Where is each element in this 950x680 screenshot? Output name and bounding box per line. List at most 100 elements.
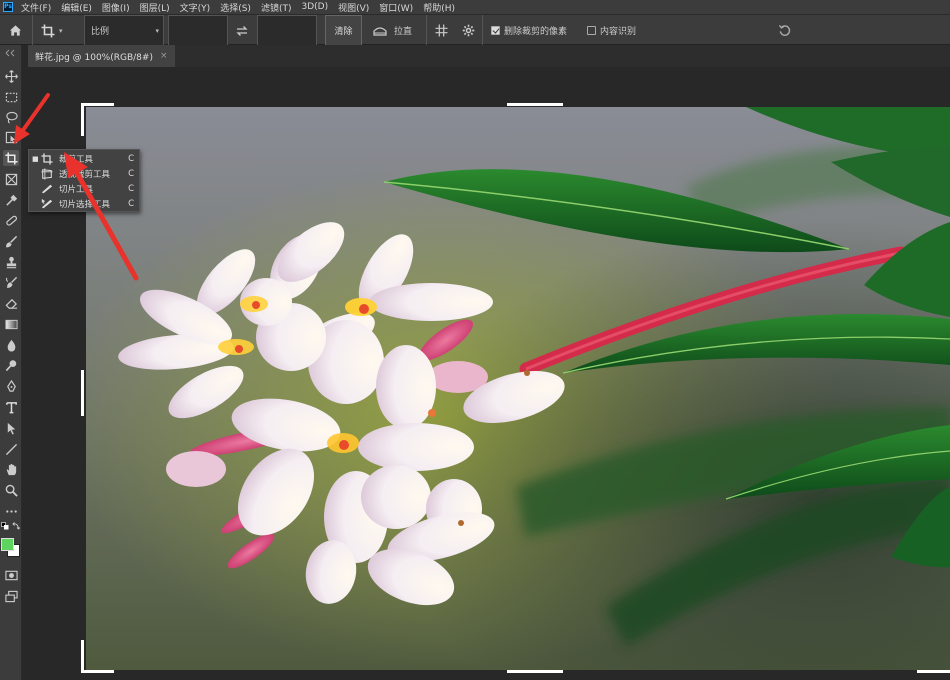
menu-window[interactable]: 窗口(W) xyxy=(379,1,413,14)
crop-handle-bottom-right[interactable] xyxy=(917,670,950,673)
brush-tool[interactable] xyxy=(3,233,19,249)
home-icon xyxy=(9,25,22,36)
pen-tool[interactable] xyxy=(3,378,19,394)
marquee-icon xyxy=(5,92,17,102)
path-select-tool[interactable] xyxy=(3,420,19,436)
dodge-tool[interactable] xyxy=(3,357,19,373)
flyout-crop-tool[interactable]: ■ 裁剪工具 C xyxy=(29,151,139,166)
slice-select-icon xyxy=(41,198,53,208)
menu-select[interactable]: 选择(S) xyxy=(220,1,251,14)
more-icon xyxy=(5,509,17,513)
flyout-label: 透视裁剪工具 xyxy=(59,169,111,180)
tool-preset-button[interactable]: ▾ xyxy=(41,15,71,46)
quick-mask-icon xyxy=(4,570,18,580)
menu-image[interactable]: 图像(I) xyxy=(102,1,130,14)
crop-handle-bottom-left-v[interactable] xyxy=(81,640,84,673)
clear-button[interactable]: 清除 xyxy=(325,15,362,46)
ratio-select-value: 比例 xyxy=(91,27,110,37)
toolbar-collapse-icon[interactable] xyxy=(3,49,19,57)
crop-tool-flyout: ■ 裁剪工具 C 透视裁剪工具 C 切片工具 C 切片选择工具 C xyxy=(28,149,140,212)
crop-handle-left[interactable] xyxy=(81,370,84,416)
hand-tool[interactable] xyxy=(3,461,19,477)
gradient-tool[interactable] xyxy=(3,316,19,332)
zoom-icon xyxy=(5,484,18,497)
level-icon xyxy=(373,26,387,36)
object-select-icon xyxy=(5,131,17,143)
checkbox-unchecked-icon xyxy=(587,26,596,35)
menu-help[interactable]: 帮助(H) xyxy=(423,1,455,14)
hand-icon xyxy=(6,463,16,475)
healing-brush-tool[interactable] xyxy=(3,212,19,228)
marquee-tool[interactable] xyxy=(3,89,19,105)
menu-layer[interactable]: 图层(L) xyxy=(140,1,170,14)
reset-button[interactable] xyxy=(776,15,792,46)
ratio-select[interactable]: 比例 ▾ xyxy=(84,15,164,46)
flyout-perspective-crop-tool[interactable]: 透视裁剪工具 C xyxy=(29,166,139,181)
slice-icon xyxy=(41,184,53,193)
drop-icon xyxy=(7,339,15,352)
frame-tool[interactable] xyxy=(3,171,19,187)
more-tools-button[interactable] xyxy=(3,503,19,519)
ratio-height-input[interactable] xyxy=(257,15,317,46)
straighten-button[interactable]: 拉直 xyxy=(372,15,422,46)
history-brush-tool[interactable] xyxy=(3,274,19,290)
crop-handle-bottom[interactable] xyxy=(507,670,563,673)
lasso-tool[interactable] xyxy=(3,109,19,125)
straighten-label: 拉直 xyxy=(394,27,413,37)
checkbox-checked-icon xyxy=(491,26,500,35)
lasso-icon xyxy=(5,111,18,124)
content-aware-label: 内容识别 xyxy=(600,27,637,37)
overlay-grid-button[interactable] xyxy=(433,15,449,46)
content-aware-checkbox[interactable]: 内容识别 xyxy=(587,15,636,46)
close-icon[interactable]: × xyxy=(160,51,168,61)
flyout-label: 切片工具 xyxy=(59,184,94,195)
crop-handle-top[interactable] xyxy=(507,103,563,106)
menu-file[interactable]: 文件(F) xyxy=(21,1,51,14)
delete-cropped-checkbox[interactable]: 删除裁剪的像素 xyxy=(491,15,567,46)
move-tool[interactable] xyxy=(3,68,19,84)
foreground-color-swatch[interactable] xyxy=(1,538,14,551)
menu-3d[interactable]: 3D(D) xyxy=(301,2,328,12)
menu-type[interactable]: 文字(Y) xyxy=(180,1,211,14)
menu-filter[interactable]: 滤镜(T) xyxy=(261,1,292,14)
tools-panel xyxy=(0,45,22,680)
menu-view[interactable]: 视图(V) xyxy=(338,1,369,14)
photoshop-logo-icon: Ps xyxy=(3,2,13,12)
grid-icon xyxy=(435,24,447,37)
eyedropper-tool[interactable] xyxy=(3,192,19,208)
menu-edit[interactable]: 编辑(E) xyxy=(61,1,92,14)
swap-button[interactable] xyxy=(234,15,250,46)
flyout-shortcut: C xyxy=(128,168,134,179)
swap-icon xyxy=(236,25,248,36)
ratio-width-input[interactable] xyxy=(168,15,228,46)
default-colors-icon[interactable] xyxy=(1,522,9,530)
object-select-tool[interactable] xyxy=(3,129,19,145)
delete-cropped-label: 删除裁剪的像素 xyxy=(504,27,568,37)
crop-handle-top-left-v[interactable] xyxy=(81,103,84,136)
stamp-tool[interactable] xyxy=(3,254,19,270)
zoom-tool[interactable] xyxy=(3,482,19,498)
blur-tool[interactable] xyxy=(3,337,19,353)
eraser-tool[interactable] xyxy=(3,295,19,311)
document-tab-bar: 鲜花.jpg @ 100%(RGB/8#) × xyxy=(28,45,950,67)
flyout-slice-select-tool[interactable]: 切片选择工具 C xyxy=(29,196,139,211)
flyout-label: 裁剪工具 xyxy=(59,154,94,165)
move-icon xyxy=(4,69,18,83)
document-tab[interactable]: 鲜花.jpg @ 100%(RGB/8#) × xyxy=(28,45,175,67)
photo-frangipani[interactable] xyxy=(86,107,950,670)
type-tool[interactable] xyxy=(3,399,19,415)
crop-handle-top-left[interactable] xyxy=(81,103,114,106)
crop-handle-bottom-left[interactable] xyxy=(81,670,114,673)
crop-tool[interactable] xyxy=(3,150,19,166)
swap-colors-icon[interactable] xyxy=(12,522,20,530)
home-button[interactable] xyxy=(9,15,27,46)
flyout-slice-tool[interactable]: 切片工具 C xyxy=(29,181,139,196)
brush-icon xyxy=(5,235,17,247)
crop-icon xyxy=(4,151,18,165)
line-tool[interactable] xyxy=(3,441,19,457)
screen-mode-icon xyxy=(4,590,18,602)
crop-settings-button[interactable] xyxy=(460,15,476,46)
flyout-label: 切片选择工具 xyxy=(59,199,111,210)
quick-mask-button[interactable] xyxy=(3,567,19,583)
screen-mode-button[interactable] xyxy=(3,588,19,604)
